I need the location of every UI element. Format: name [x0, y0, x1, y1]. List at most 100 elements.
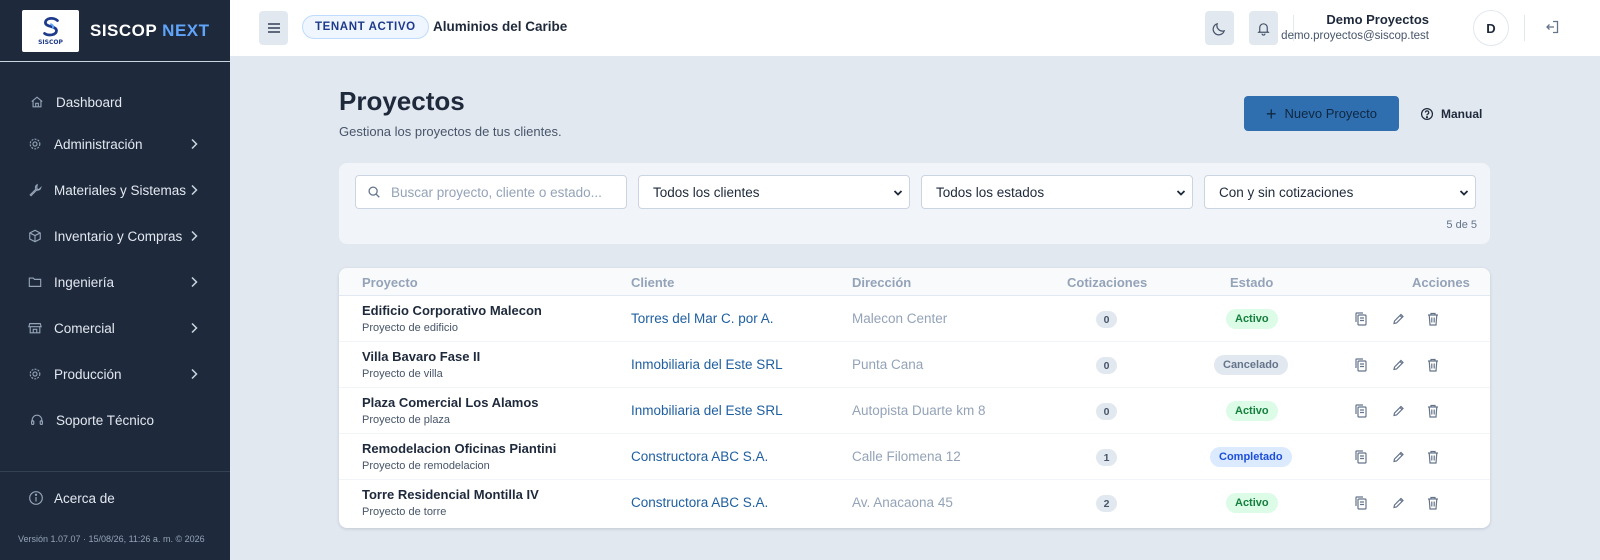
version-text: Versión 1.07.07 · 15/08/26, 11:26 a. m. … [18, 534, 205, 544]
headset-icon [30, 413, 44, 427]
gear-icon [28, 137, 42, 151]
logo-text: SISCOP [38, 38, 63, 46]
project-name[interactable]: Plaza Comercial Los Alamos [362, 395, 539, 410]
new-project-button[interactable]: + Nuevo Proyecto [1244, 96, 1399, 131]
edit-button[interactable] [1391, 311, 1405, 327]
bell-icon [1256, 21, 1271, 36]
chevron-right-icon [187, 367, 201, 381]
edit-button[interactable] [1391, 449, 1405, 465]
client-link[interactable]: Inmobiliaria del Este SRL [631, 357, 783, 372]
pencil-icon [1391, 357, 1405, 373]
status-filter-value: Todos los estados [936, 184, 1045, 200]
client-filter-select[interactable]: Todos los clientes [638, 175, 910, 209]
client-link[interactable]: Constructora ABC S.A. [631, 495, 768, 510]
edit-button[interactable] [1391, 403, 1405, 419]
search-field[interactable] [355, 175, 627, 209]
edit-button[interactable] [1391, 357, 1405, 373]
project-address: Av. Anacaona 45 [852, 495, 953, 510]
quotes-filter-select[interactable]: Con y sin cotizaciones [1204, 175, 1476, 209]
copy-icon [1354, 495, 1368, 511]
column-header-status[interactable]: Estado [1230, 275, 1273, 290]
chevron-right-icon [187, 137, 201, 151]
filter-panel: Todos los clientes Todos los estados Con… [339, 163, 1490, 244]
pencil-icon [1391, 449, 1405, 465]
chevron-down-icon [1459, 188, 1469, 198]
delete-button[interactable] [1426, 495, 1440, 511]
project-name[interactable]: Torre Residencial Montilla IV [362, 487, 539, 502]
brand: SISCOP SISCOP NEXT [0, 0, 230, 62]
search-input[interactable] [391, 184, 621, 200]
status-badge: Completado [1210, 447, 1292, 467]
table-row[interactable]: Villa Bavaro Fase II Proyecto de villa Inm… [339, 342, 1490, 388]
project-address: Punta Cana [852, 357, 924, 372]
chevron-right-icon [187, 183, 201, 197]
logout-button[interactable] [1544, 19, 1562, 37]
status-badge: Activo [1226, 309, 1278, 329]
about-link[interactable]: Acerca de [28, 490, 115, 506]
project-name[interactable]: Remodelacion Oficinas Piantini [362, 441, 556, 456]
table-row[interactable]: Torre Residencial Montilla IV Proyecto de… [339, 480, 1490, 526]
column-header-quotes[interactable]: Cotizaciones [1067, 275, 1147, 290]
trash-icon [1426, 311, 1440, 327]
client-link[interactable]: Torres del Mar C. por A. [631, 311, 774, 326]
brand-logo[interactable]: SISCOP [22, 9, 79, 52]
sidebar-item-ingenieria[interactable]: Ingeniería [0, 267, 230, 297]
project-address: Calle Filomena 12 [852, 449, 961, 464]
sidebar-item-label: Producción [54, 366, 122, 382]
sidebar-item-soporte[interactable]: Soporte Técnico [0, 405, 230, 435]
edit-button[interactable] [1391, 495, 1405, 511]
delete-button[interactable] [1426, 357, 1440, 373]
table-header: Proyecto Cliente Dirección Cotizaciones … [339, 268, 1490, 296]
table-row[interactable]: Plaza Comercial Los Alamos Proyecto de pl… [339, 388, 1490, 434]
logo-mark-icon [42, 16, 59, 36]
column-header-address[interactable]: Dirección [852, 275, 911, 290]
menu-toggle-button[interactable] [259, 11, 288, 45]
sidebar-item-inventario[interactable]: Inventario y Compras [0, 221, 230, 251]
status-filter-select[interactable]: Todos los estados [921, 175, 1193, 209]
project-name[interactable]: Villa Bavaro Fase II [362, 349, 480, 364]
tenant-badge: TENANT ACTIVO [302, 15, 429, 39]
sidebar-item-label: Administración [54, 136, 143, 152]
pencil-icon [1391, 403, 1405, 419]
avatar[interactable]: D [1473, 10, 1509, 46]
projects-table: Proyecto Cliente Dirección Cotizaciones … [339, 268, 1490, 528]
manual-button[interactable]: Manual [1420, 104, 1482, 124]
copy-icon [1354, 449, 1368, 465]
sidebar-item-materiales[interactable]: Materiales y Sistemas [0, 175, 230, 205]
client-link[interactable]: Constructora ABC S.A. [631, 449, 768, 464]
quotes-count-badge: 0 [1096, 357, 1117, 374]
theme-toggle-button[interactable] [1205, 11, 1234, 45]
sidebar-item-produccion[interactable]: Producción [0, 359, 230, 389]
column-header-project[interactable]: Proyecto [362, 275, 418, 290]
sidebar-divider [0, 471, 230, 472]
help-icon [1420, 107, 1434, 121]
delete-button[interactable] [1426, 311, 1440, 327]
duplicate-button[interactable] [1354, 311, 1368, 327]
duplicate-button[interactable] [1354, 403, 1368, 419]
top-header: TENANT ACTIVO Aluminios del Caribe Demo … [230, 0, 1600, 57]
table-row[interactable]: Remodelacion Oficinas Piantini Proyecto d… [339, 434, 1490, 480]
copy-icon [1354, 311, 1368, 327]
delete-button[interactable] [1426, 449, 1440, 465]
sidebar-item-dashboard[interactable]: Dashboard [0, 87, 230, 117]
sidebar-item-label: Inventario y Compras [54, 228, 183, 244]
column-header-client[interactable]: Cliente [631, 275, 674, 290]
sidebar-item-comercial[interactable]: Comercial [0, 313, 230, 343]
notifications-button[interactable] [1249, 11, 1278, 45]
delete-button[interactable] [1426, 403, 1440, 419]
page-subtitle: Gestiona los proyectos de tus clientes. [339, 124, 562, 139]
store-icon [28, 321, 42, 335]
user-name: Demo Proyectos [1326, 12, 1429, 27]
duplicate-button[interactable] [1354, 495, 1368, 511]
brand-name-accent: NEXT [162, 20, 210, 40]
quotes-count-badge: 2 [1096, 495, 1117, 512]
client-link[interactable]: Inmobiliaria del Este SRL [631, 403, 783, 418]
hamburger-icon [266, 20, 282, 36]
project-name[interactable]: Edificio Corporativo Malecon [362, 303, 542, 318]
status-badge: Activo [1226, 401, 1278, 421]
duplicate-button[interactable] [1354, 449, 1368, 465]
gear-icon [28, 367, 42, 381]
duplicate-button[interactable] [1354, 357, 1368, 373]
table-row[interactable]: Edificio Corporativo Malecon Proyecto de … [339, 296, 1490, 342]
sidebar-item-administracion[interactable]: Administración [0, 129, 230, 159]
